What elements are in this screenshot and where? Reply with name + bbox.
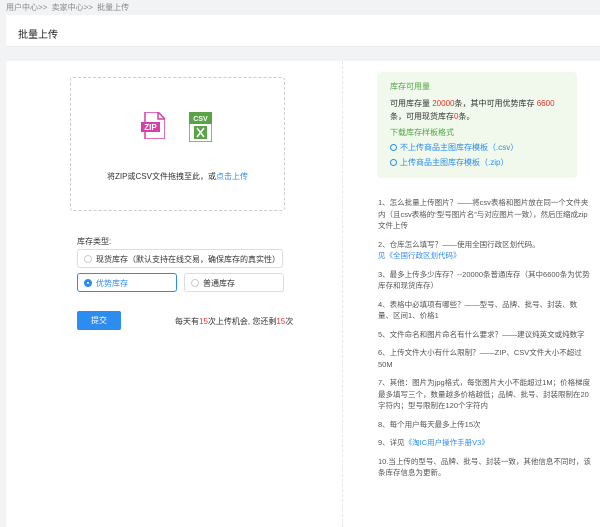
stock-text: 条。 [458,112,475,121]
faq-item: 2、仓库怎么填写？——使用全国行政区划代码。 见《全国行政区划代码》 [378,239,592,262]
download-zip-template-link[interactable]: 上传商品主图库存模板（.zip） [390,157,508,168]
quota-mid: 次上传机会, 您还剩 [207,317,277,326]
title-bar: 批量上传 [6,15,600,47]
submit-button[interactable]: 提交 [77,311,121,330]
stock-box-text: 可用库存量 20000条，其中可用优势库存 6600 条，可用现货库存0条。 [390,97,570,123]
breadcrumb-current: 批量上传 [97,3,130,12]
breadcrumb-user-center[interactable]: 用户中心>> [6,3,47,12]
stock-availability-box: 库存可用量 可用库存量 20000条，其中可用优势库存 6600 条，可用现货库… [377,72,577,178]
quota-prefix: 每天有 [175,317,199,326]
radio-circle-icon [84,255,92,263]
faq-item: 3、最多上传多少库存？--20000条普通库存（其中6600条为优势库存和现货库… [378,269,590,291]
faq-item: 9、详见《淘IC用户操作手册V3》 [378,437,592,449]
click-upload-link[interactable]: 点击上传 [216,172,248,181]
link-label: 不上传商品主图库存模板（.csv） [400,143,519,152]
quota-suffix: 次 [285,317,294,326]
csv-icon-text: CSV [193,116,208,123]
breadcrumb: 用户中心>> 卖家中心>> 批量上传 [6,2,131,13]
stock-text: 条，其中可用优势库存 [454,99,537,108]
stock-text: 可用库存量 [390,99,433,108]
available-stock-count: 20000 [432,99,455,108]
faq-list: 1、怎么批量上传图片？——将csv表格和图片放在同一个文件夹内（且csv表格的“… [378,197,592,486]
option-label: 普通库存 [203,279,235,288]
zip-file-icon: ZIP [141,112,165,139]
inventory-type-label: 库存类型: [77,237,112,246]
option-label: 优势库存 [96,279,128,288]
faq-text: 2、仓库怎么填写？——使用全国行政区划代码。 [378,239,540,249]
download-csv-template-link[interactable]: 不上传商品主图库存模板（.csv） [390,142,518,153]
divider [342,61,343,527]
faq-item: 8、每个用户每天最多上传15次 [378,419,481,429]
quota-remaining: 15 [276,317,286,326]
page-title: 批量上传 [18,30,58,41]
advantage-stock-count: 6600 [536,99,555,108]
option-advantage-stock[interactable]: 优势库存 [77,273,177,292]
template-title: 下载库存样板格式 [390,128,454,137]
faq-item: 4、表格中必填项有哪些？——型号、品牌、批号、封装、数量、区间1、价格1 [378,299,578,321]
faq-item: 1、怎么批量上传图片？——将csv表格和图片放在同一个文件夹内（且csv表格的“… [378,198,589,230]
quota-total: 15 [199,317,208,326]
option-normal-stock[interactable]: 普通库存 [184,273,284,292]
upload-drop-zone[interactable]: ZIP CSV 将ZIP或CSV文件拖拽至此，或点击上传 [70,77,285,211]
region-code-link[interactable]: 见《全国行政区划代码》 [378,251,461,260]
option-label: 现货库存（默认支持在线交易，确保库存的真实性） [96,255,280,264]
radio-circle-icon [191,279,199,287]
faq-text: 9、详见 [378,438,405,447]
zip-icon-text: ZIP [144,123,157,132]
csv-file-icon: CSV [189,112,212,142]
faq-item: 5、文件命名和图片命名有什么要求？——建议纯英文或纯数字 [378,329,585,339]
radio-checked-icon [84,279,92,287]
upload-hint-text: 将ZIP或CSV文件拖拽至此，或 [107,172,216,181]
option-spot-stock[interactable]: 现货库存（默认支持在线交易，确保库存的真实性） [77,249,283,268]
stock-text: 条，可用现货库存 [390,112,454,121]
stock-box-title: 库存可用量 [390,82,430,91]
link-label: 上传商品主图库存模板（.zip） [400,158,509,167]
faq-item: 6、上传文件大小有什么限制？——ZIP、CSV文件大小不超过50M [378,348,582,369]
breadcrumb-seller-center[interactable]: 卖家中心>> [52,3,93,12]
download-icon [390,159,397,166]
upload-hint: 将ZIP或CSV文件拖拽至此，或点击上传 [71,171,284,182]
faq-item: 10.当上传的型号、品牌、批号、封装一致，其他信息不同时，该条库存信息为更新。 [378,456,591,478]
faq-item: 7、其他：图片为jpg格式，每张图片大小不能超过1M；价格梯度最多填写三个，数量… [378,378,591,410]
download-icon [390,144,397,151]
upload-quota: 每天有15次上传机会, 您还剩15次 [175,316,293,327]
user-manual-link[interactable]: 《淘IC用户操作手册V3》 [405,438,489,447]
